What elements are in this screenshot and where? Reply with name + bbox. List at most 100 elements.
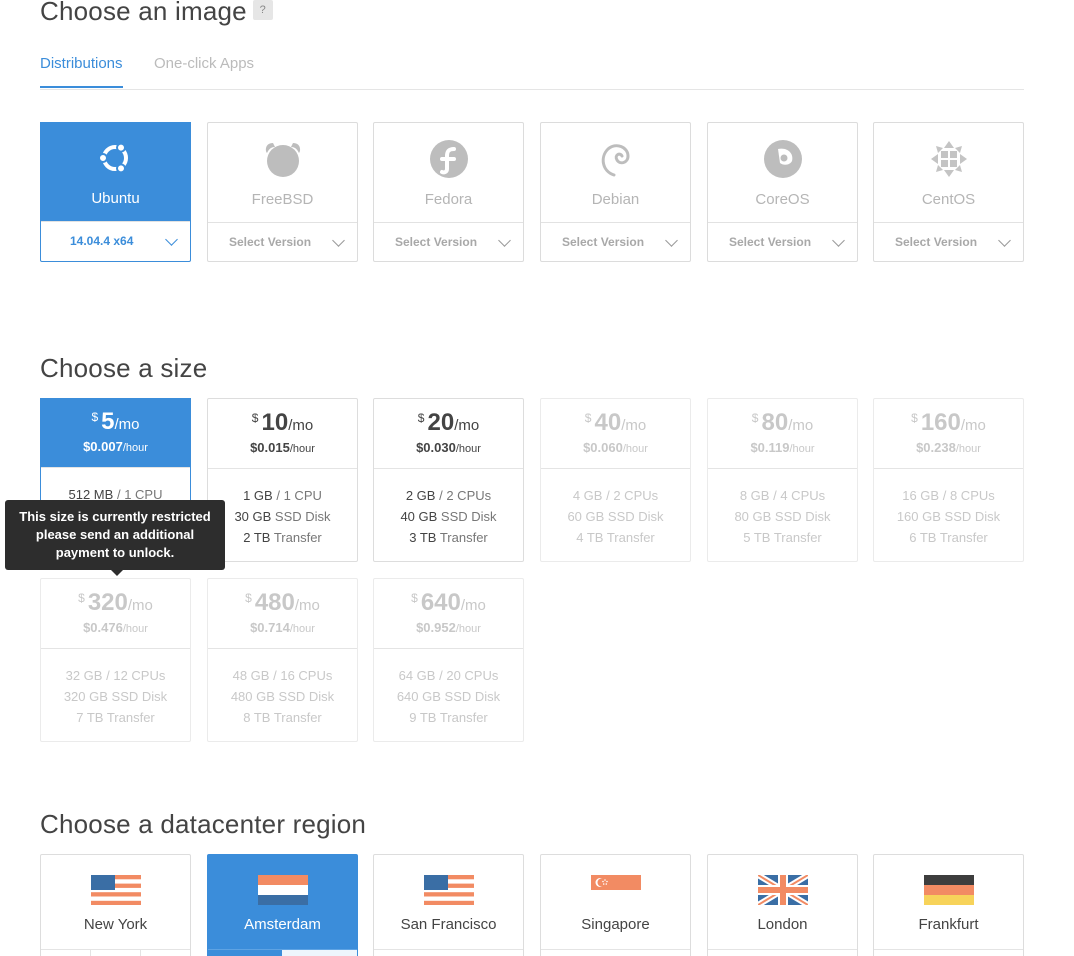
monthly-amount: 10 (261, 409, 289, 436)
transfer-spec: 2 TB Transfer (208, 527, 357, 548)
region-card-singapore[interactable]: Singapore (540, 854, 691, 956)
hourly-amount: $0.007 (83, 439, 123, 454)
centos-icon (931, 141, 967, 177)
version-select[interactable]: Select Version (208, 222, 357, 261)
disk-value: 60 GB (567, 509, 605, 524)
per-month-label: /mo (294, 597, 320, 614)
region-footer (374, 949, 523, 956)
cpu-value: 2 CPUs (613, 488, 659, 503)
distro-card-coreos[interactable]: CoreOS Select Version (707, 122, 858, 262)
disk-spec: 40 GB SSD Disk (374, 506, 523, 527)
size-price: $20/mo $0.030/hour (374, 399, 523, 468)
region-card-new-york[interactable]: New York (40, 854, 191, 956)
ram-value: 64 GB (398, 668, 436, 683)
cpu-value: 16 CPUs (280, 668, 333, 683)
hourly-price: $0.476/hour (41, 620, 190, 635)
disk-spec: 320 GB SSD Disk (41, 686, 190, 707)
size-card-640[interactable]: $640/mo $0.952/hour 64 GB / 20 CPUs 640 GB … (373, 578, 524, 742)
monthly-amount: 20 (427, 409, 455, 436)
monthly-amount: 80 (761, 409, 789, 436)
transfer-value: 5 TB (743, 530, 771, 545)
distro-card-debian[interactable]: Debian Select Version (540, 122, 691, 262)
cpu-value: 2 CPUs (446, 488, 492, 503)
hourly-amount: $0.238 (916, 440, 956, 455)
disk-value: 80 GB (734, 509, 772, 524)
version-select[interactable]: 14.04.4 x64 (41, 221, 190, 260)
hourly-amount: $0.030 (416, 440, 456, 455)
transfer-value: 6 TB (909, 530, 937, 545)
version-select[interactable]: Select Version (374, 222, 523, 261)
tab-distributions[interactable]: Distributions (40, 55, 123, 88)
disk-label: SSD Disk (444, 689, 501, 704)
hourly-price: $0.238/hour (874, 440, 1023, 455)
monthly-price: $20/mo (374, 409, 523, 437)
per-hour-label: /hour (455, 623, 481, 635)
distro-card-centos[interactable]: CentOS Select Version (873, 122, 1024, 262)
transfer-value: 3 TB (409, 530, 437, 545)
image-tabs: Distributions One-click Apps (40, 52, 1024, 90)
restricted-size-tooltip: This size is currently restricted please… (5, 500, 225, 576)
disk-value: 640 GB (396, 689, 441, 704)
tab-one-click-apps[interactable]: One-click Apps (154, 55, 254, 86)
size-card-40[interactable]: $40/mo $0.060/hour 4 GB / 2 CPUs 60 GB SSD … (540, 398, 691, 562)
disk-spec: 480 GB SSD Disk (208, 686, 357, 707)
region-card-san-francisco[interactable]: San Francisco (373, 854, 524, 956)
size-specs: 2 GB / 2 CPUs 40 GB SSD Disk 3 TB Transfer (374, 468, 523, 548)
disk-label: SSD Disk (111, 689, 168, 704)
size-card-10[interactable]: $10/mo $0.015/hour 1 GB / 1 CPU 30 GB SSD D… (207, 398, 358, 562)
hourly-price: $0.015/hour (208, 440, 357, 455)
distro-name: CentOS (921, 191, 976, 208)
transfer-spec: 9 TB Transfer (374, 707, 523, 728)
coreos-icon (764, 140, 802, 178)
disk-label: SSD Disk (274, 509, 331, 524)
size-card-320[interactable]: $320/mo $0.476/hour 32 GB / 12 CPUs 320 GB … (40, 578, 191, 742)
size-price: $80/mo $0.119/hour (708, 399, 857, 468)
per-month-label: /mo (788, 417, 814, 434)
currency-symbol: $ (751, 411, 759, 425)
distro-card-ubuntu[interactable]: Ubuntu 14.04.4 x64 (40, 122, 191, 262)
size-specs: 16 GB / 8 CPUs 160 GB SSD Disk 6 TB Transf… (874, 468, 1023, 548)
distro-name: FreeBSD (251, 191, 314, 208)
distro-card-fedora[interactable]: Fedora Select Version (373, 122, 524, 262)
size-card-160[interactable]: $160/mo $0.238/hour 16 GB / 8 CPUs 160 GB S… (873, 398, 1024, 562)
monthly-amount: 320 (87, 589, 128, 616)
transfer-value: 9 TB (409, 710, 437, 725)
size-specs: 1 GB / 1 CPU 30 GB SSD Disk 2 TB Transfer (208, 468, 357, 548)
help-icon[interactable]: ? (252, 0, 273, 21)
version-select[interactable]: Select Version (541, 222, 690, 261)
version-select[interactable]: Select Version (708, 222, 857, 261)
region-footer (208, 949, 357, 956)
size-card-480[interactable]: $480/mo $0.714/hour 48 GB / 16 CPUs 480 GB … (207, 578, 358, 742)
region-card-frankfurt[interactable]: Frankfurt (873, 854, 1024, 956)
size-card-80[interactable]: $80/mo $0.119/hour 8 GB / 4 CPUs 80 GB SSD … (707, 398, 858, 562)
size-card-20[interactable]: $20/mo $0.030/hour 2 GB / 2 CPUs 40 GB SSD … (373, 398, 524, 562)
transfer-spec: 8 TB Transfer (208, 707, 357, 728)
distro-card-freebsd[interactable]: FreeBSD Select Version (207, 122, 358, 262)
disk-value: 160 GB (896, 509, 941, 524)
chevron-down-icon (332, 234, 345, 247)
per-hour-label: /hour (622, 443, 648, 455)
transfer-label: Transfer (273, 530, 322, 545)
transfer-spec: 7 TB Transfer (41, 707, 190, 728)
ram-cpu-spec: 32 GB / 12 CPUs (65, 668, 166, 683)
size-price: $640/mo $0.952/hour (374, 579, 523, 648)
transfer-label: Transfer (106, 710, 155, 725)
region-name: London (757, 916, 808, 933)
region-card-amsterdam[interactable]: Amsterdam (207, 854, 358, 956)
distro-name: CoreOS (755, 191, 810, 208)
chevron-down-icon (165, 233, 178, 246)
currency-symbol: $ (411, 591, 418, 605)
version-select[interactable]: Select Version (874, 222, 1023, 261)
ram-value: 4 GB (572, 488, 603, 503)
per-hour-label: /hour (122, 442, 148, 454)
currency-symbol: $ (251, 411, 259, 425)
region-card-london[interactable]: London (707, 854, 858, 956)
per-hour-label: /hour (955, 443, 981, 455)
disk-label: SSD Disk (944, 509, 1001, 524)
disk-spec: 160 GB SSD Disk (874, 506, 1023, 527)
monthly-amount: 5 (101, 408, 115, 435)
ram-value: 2 GB (405, 488, 436, 503)
monthly-amount: 480 (254, 589, 295, 616)
size-specs: 32 GB / 12 CPUs 320 GB SSD Disk 7 TB Trans… (41, 648, 190, 728)
transfer-spec: 5 TB Transfer (708, 527, 857, 548)
